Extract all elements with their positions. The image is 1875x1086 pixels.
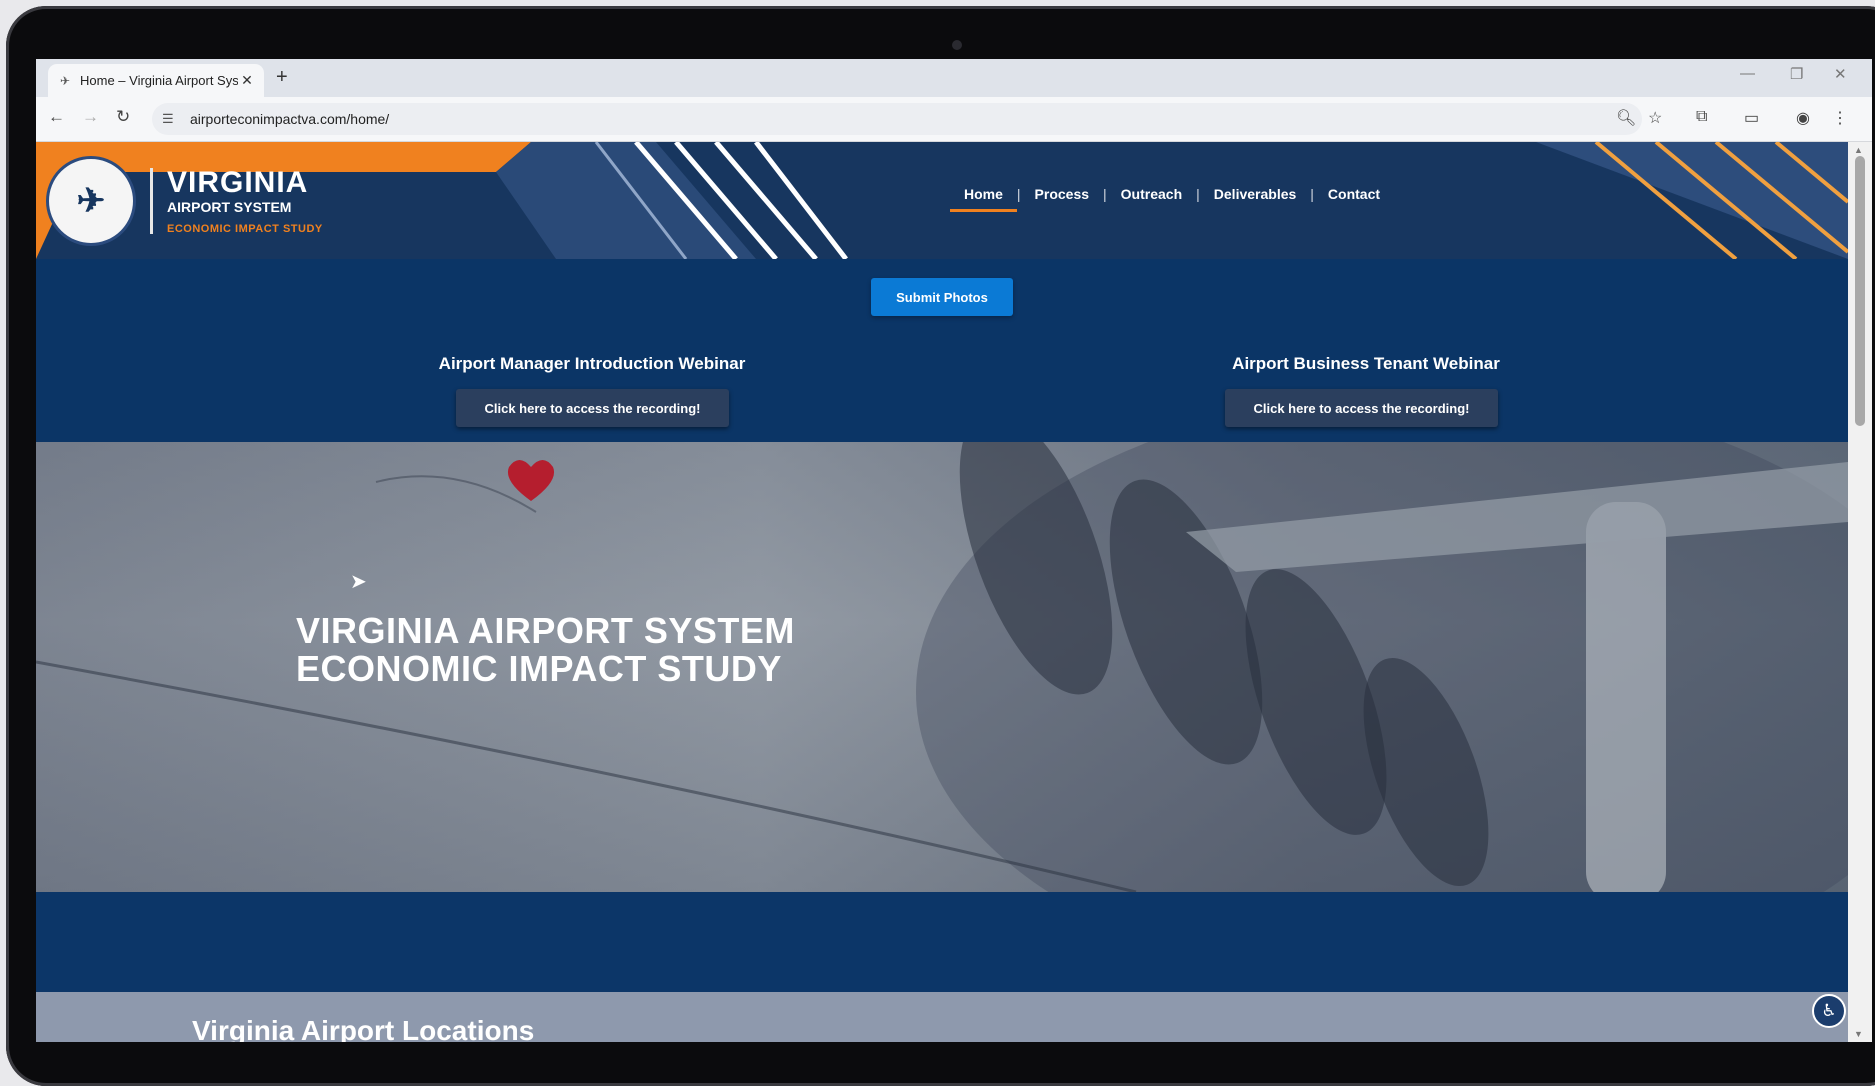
close-window-icon[interactable]: ✕ [1834,65,1847,83]
tenant-recording-button[interactable]: Click here to access the recording! [1225,389,1498,427]
mouse-cursor-icon: ➤ [350,571,367,593]
manager-recording-button[interactable]: Click here to access the recording! [456,389,729,427]
tab-strip: ✈ Home – Virginia Airport System ✕ + — ❐… [36,59,1872,97]
accessibility-icon[interactable]: ♿︎ [1812,994,1846,1028]
site-header: ✈ VIRGINIA AIRPORT SYSTEM ECONOMIC IMPAC… [36,142,1848,259]
scrollbar-thumb[interactable] [1855,156,1865,426]
url-text: airporteconimpactva.com/home/ [190,111,390,127]
camera [952,40,962,50]
site-info-icon[interactable]: ☰ [162,111,180,127]
cast-icon[interactable]: ▭ [1744,108,1759,128]
locations-title: Virginia Airport Locations [192,1015,535,1042]
lower-band [36,892,1848,1002]
browser-window: ✈ Home – Virginia Airport System ✕ + — ❐… [36,59,1872,1042]
airplane-favicon-icon: ✈ [59,73,71,88]
submit-photos-button[interactable]: Submit Photos [871,278,1013,316]
zoom-icon[interactable]: 🔍︎ [1616,108,1636,128]
brand-text: VIRGINIA AIRPORT SYSTEM ECONOMIC IMPACT … [167,165,323,235]
nav-deliverables[interactable]: Deliverables [1200,186,1311,202]
active-tab[interactable]: ✈ Home – Virginia Airport System ✕ [48,64,264,97]
browser-toolbar: ← → ↻ ☰ airporteconimpactva.com/home/ 🔍︎… [36,97,1872,142]
profile-icon[interactable]: ◉ [1796,108,1810,128]
brand-line3: ECONOMIC IMPACT STUDY [167,222,323,235]
locations-section: Virginia Airport Locations [36,992,1848,1042]
site-logo[interactable]: ✈ VIRGINIA AIRPORT SYSTEM ECONOMIC IMPAC… [46,156,323,246]
virginia-aviation-seal-icon: ✈ [46,156,136,246]
manager-webinar-title: Airport Manager Introduction Webinar [438,354,746,373]
kebab-menu-icon[interactable]: ⋮ [1832,108,1848,128]
tab-title: Home – Virginia Airport System [80,73,238,88]
brand-line1: VIRGINIA [167,165,309,199]
web-page: ✈ VIRGINIA AIRPORT SYSTEM ECONOMIC IMPAC… [36,142,1848,1042]
nav-contact[interactable]: Contact [1314,186,1394,202]
scroll-up-icon[interactable]: ▲ [1854,145,1863,155]
close-tab-icon[interactable]: ✕ [238,72,256,89]
logo-divider [150,168,153,234]
page-scrollbar[interactable]: ▲ ▼ [1848,142,1872,1042]
hero-banner: VIRGINIA AIRPORT SYSTEM ECONOMIC IMPACT … [36,442,1848,892]
scroll-down-icon[interactable]: ▼ [1854,1029,1863,1039]
bookmark-star-icon[interactable]: ☆ [1648,108,1662,128]
tenant-webinar-title: Airport Business Tenant Webinar [1232,354,1500,373]
brand-line2: AIRPORT SYSTEM [167,198,292,215]
hero-title-line1: VIRGINIA AIRPORT SYSTEM [296,610,795,651]
nav-home[interactable]: Home [950,186,1017,212]
minimize-icon[interactable]: — [1740,65,1755,82]
forward-icon[interactable]: → [82,107,99,127]
nav-process[interactable]: Process [1021,186,1103,202]
restore-icon[interactable]: ❐ [1790,65,1803,83]
nav-outreach[interactable]: Outreach [1107,186,1196,202]
hero-title: VIRGINIA AIRPORT SYSTEM ECONOMIC IMPACT … [296,612,795,688]
reload-icon[interactable]: ↻ [116,107,130,127]
extensions-icon[interactable]: ⧉ [1696,108,1707,126]
hero-title-line2: ECONOMIC IMPACT STUDY [296,648,782,689]
new-tab-icon[interactable]: + [276,66,288,89]
back-icon[interactable]: ← [48,107,65,127]
main-nav: Home | Process | Outreach | Deliverables… [950,186,1394,212]
address-bar[interactable]: ☰ airporteconimpactva.com/home/ [152,103,1642,135]
